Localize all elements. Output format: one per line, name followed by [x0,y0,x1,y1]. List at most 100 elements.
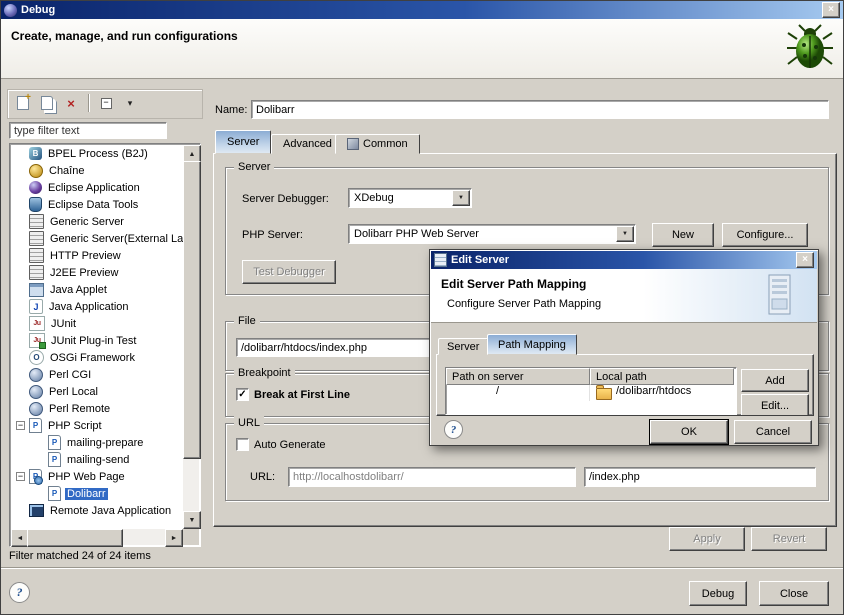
server-dialog-icon [434,253,447,267]
collapse-expander-icon[interactable]: − [16,421,25,430]
tree-item[interactable]: HTTP Preview [11,247,183,264]
dialog-subheading: Configure Server Path Mapping [447,298,601,310]
php-server-select[interactable]: Dolibarr PHP Web Server ▼ [348,224,636,244]
auto-generate-label[interactable]: Auto Generate [254,439,326,451]
collapse-expander-icon[interactable]: − [16,472,25,481]
close-button[interactable]: Close [759,581,829,606]
tree-item[interactable]: Generic Server [11,213,183,230]
tree-item[interactable]: Java Application [11,298,183,315]
filter-input[interactable] [9,122,167,139]
column-header-local-path[interactable]: Local path [590,368,734,385]
add-mapping-button[interactable]: Add [741,369,809,392]
tree-vertical-scrollbar[interactable]: ▲ ▼ [183,145,199,529]
configure-server-button[interactable]: Configure... [722,223,808,247]
file-group-title: File [234,314,260,328]
tab-advanced[interactable]: Advanced [271,134,344,154]
tree-item-php-web-page[interactable]: −PHP Web Page [11,468,183,485]
server-icon [29,231,44,246]
duplicate-configuration-button[interactable] [36,92,58,114]
server-icon [29,248,44,263]
debug-window: Debug × Create, manage, and run configur… [0,0,844,615]
dialog-help-button[interactable]: ? [444,420,463,439]
help-button[interactable]: ? [9,582,30,603]
footer-separator [1,567,844,569]
cancel-button[interactable]: Cancel [734,420,812,444]
server-debugger-select[interactable]: XDebug ▼ [348,188,472,208]
tree-item[interactable]: mailing-prepare [11,434,183,451]
tree-item-dolibarr-selected[interactable]: Dolibarr [11,485,183,502]
collapse-all-button[interactable]: − [95,92,117,114]
scroll-down-icon[interactable]: ▼ [183,511,201,529]
bug-icon [785,23,835,73]
path-mapping-panel: Path on server Local path / /dolibarr/ht… [436,354,814,416]
tree-item[interactable]: JUnit Plug-in Test [11,332,183,349]
tree-item[interactable]: OSGi Framework [11,349,183,366]
php-file-icon [48,452,61,467]
name-input[interactable] [251,100,829,119]
tree-item[interactable]: Java Applet [11,281,183,298]
dialog-tab-path-mapping[interactable]: Path Mapping [487,334,577,355]
chevron-down-icon[interactable]: ▼ [616,226,634,242]
url-label: URL: [250,471,275,483]
new-configuration-button[interactable]: + [12,92,34,114]
perl-icon [29,402,43,416]
name-label: Name: [215,104,247,116]
common-tab-icon [347,138,359,150]
chevron-down-icon[interactable]: ▼ [452,190,470,206]
edit-mapping-button[interactable]: Edit... [741,394,809,416]
new-server-button[interactable]: New [652,223,714,247]
window-close-button[interactable]: × [822,2,840,18]
break-at-first-line-label[interactable]: Break at First Line [254,389,350,401]
scroll-right-icon[interactable]: ► [165,529,183,547]
tree-item[interactable]: mailing-send [11,451,183,468]
path-mapping-row[interactable]: / /dolibarr/htdocs [446,385,734,401]
tree-item[interactable]: Remote Java Application [11,502,183,519]
tree-item[interactable]: J2EE Preview [11,264,183,281]
tree-horizontal-scrollbar[interactable]: ◄ ► [11,529,183,545]
url-path-input[interactable] [584,467,816,487]
chain-icon [29,164,43,178]
delete-configuration-button[interactable]: × [60,92,82,114]
tree-item[interactable]: Generic Server(External La [11,230,183,247]
break-at-first-line-checkbox[interactable]: ✓ [236,388,249,401]
perl-icon [29,368,43,382]
debug-button[interactable]: Debug [689,581,747,606]
php-file-icon [48,486,61,501]
server-icon [29,214,44,229]
filter-status-text: Filter matched 24 of 24 items [9,550,151,562]
dialog-titlebar[interactable]: Edit Server × [431,251,817,269]
eclipse-application-icon [29,181,42,194]
horizontal-scroll-thumb[interactable] [27,529,123,547]
tree-item[interactable]: JUnit [11,315,183,332]
tree-item[interactable]: BPEL Process (B2J) [11,145,183,162]
php-script-icon [29,418,42,433]
junit-plugin-icon [29,333,45,348]
config-toolbar: + × − ▾ [7,89,203,119]
vertical-scroll-thumb[interactable] [183,161,201,459]
tree-item[interactable]: Eclipse Data Tools [11,196,183,213]
column-header-path-on-server[interactable]: Path on server [446,368,590,385]
server-stack-icon [767,273,793,317]
dialog-title: Edit Server [451,254,796,266]
tab-common[interactable]: Common [335,134,420,154]
tree-item[interactable]: Eclipse Application [11,179,183,196]
eclipse-data-tools-icon [29,197,42,212]
local-path-cell: /dolibarr/htdocs [616,385,691,401]
dialog-close-button[interactable]: × [796,252,814,268]
tab-server[interactable]: Server [215,130,271,154]
tree-item[interactable]: Perl Local [11,383,183,400]
tree-item[interactable]: Chaîne [11,162,183,179]
ok-button[interactable]: OK [650,420,728,444]
server-path-cell: / [446,385,590,401]
dialog-heading: Edit Server Path Mapping [441,277,586,291]
revert-button: Revert [751,527,827,551]
auto-generate-checkbox[interactable] [236,438,249,451]
tree-item[interactable]: Perl Remote [11,400,183,417]
window-titlebar[interactable]: Debug × [1,1,843,19]
dialog-tab-server[interactable]: Server [438,338,488,355]
tree-item[interactable]: Perl CGI [11,366,183,383]
php-server-label: PHP Server: [242,229,303,241]
java-application-icon [29,299,43,314]
tree-item-php-script[interactable]: −PHP Script [11,417,183,434]
filter-menu-button[interactable]: ▾ [119,92,141,114]
